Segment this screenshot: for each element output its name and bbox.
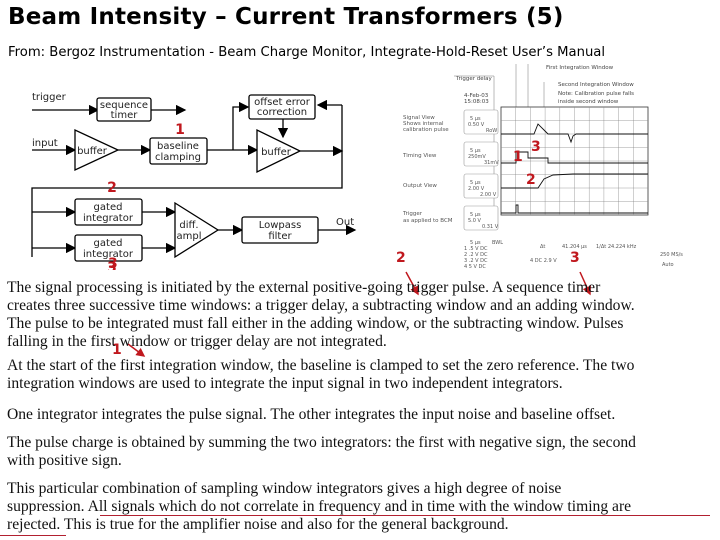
text-line: with positive sign.	[7, 452, 122, 469]
text-line: suppression. All signals which do not co…	[7, 498, 632, 515]
block-label: clamping	[155, 152, 201, 163]
block-label: ampl	[177, 231, 202, 242]
trigger-delay-label: Trigger delay	[455, 76, 492, 82]
scope-marker-1: 1	[513, 149, 523, 165]
block-label: timer	[111, 110, 139, 121]
scope-marker-3: 3	[531, 139, 541, 155]
text-line: The pulse charge is obtained by summing …	[7, 434, 636, 451]
scale-extra: 2.00 V	[480, 192, 497, 198]
block-label: correction	[257, 107, 307, 118]
scale-extra: 31mV	[484, 160, 499, 166]
sample-rate: 250 MS/s	[660, 252, 683, 258]
block-label: Lowpass	[259, 220, 302, 231]
scale-extra: 0.31 V	[482, 224, 499, 230]
channel-name: Trigger	[402, 211, 423, 217]
scale: 0.50 V	[468, 122, 485, 128]
paragraph-3: One integrator integrates the pulse sign…	[7, 406, 615, 424]
first-window-label: First Integration Window	[546, 65, 614, 71]
text-line: rejected. This is true for the amplifier…	[7, 516, 509, 533]
block-label: filter	[268, 231, 292, 242]
text-marker-3: 3	[570, 250, 580, 266]
time-label: 15:08:03	[464, 99, 489, 105]
scope-marker-2: 2	[526, 172, 536, 188]
input-label: input	[32, 138, 58, 149]
paragraph-5: This particular combination of sampling …	[7, 480, 631, 534]
trigger-label: trigger	[32, 92, 67, 103]
block-label: diff.	[179, 220, 198, 231]
slide-subtitle: From: Bergoz Instrumentation - Beam Char…	[8, 45, 606, 60]
channel-name: Output View	[403, 183, 437, 189]
scale: 5.0 V	[468, 218, 482, 224]
text-line: At the start of the first integration wi…	[7, 357, 635, 374]
block-label: buffer	[261, 147, 292, 158]
paragraph-2: At the start of the first integration wi…	[7, 357, 634, 393]
note-label: Note: Calibration pulse falls	[558, 91, 634, 97]
text-marker-2: 2	[396, 250, 406, 266]
text-line: The signal processing is initiated by th…	[7, 279, 601, 296]
block-diagram: trigger sequence timer input buffer base…	[31, 92, 357, 270]
frequency-value: 1/Δt 24.224 kHz	[596, 244, 637, 250]
trigger-level: 4 DC 2.9 V	[530, 258, 557, 264]
trigger-mode: Auto	[662, 262, 674, 268]
delta-t-label: Δt	[540, 244, 545, 250]
footer-row: 4 5 V DC	[464, 264, 486, 270]
block-label: buffer	[77, 146, 108, 157]
emphasis-underline	[100, 515, 710, 516]
text-line: creates three successive time windows: a…	[7, 297, 635, 314]
text-line: This particular combination of sampling …	[7, 480, 562, 497]
channel-name: Timing View	[402, 153, 437, 159]
diagram-marker-3-dup: 3	[108, 256, 118, 272]
oscilloscope-screenshot: Trigger delay First Integration Window S…	[402, 64, 683, 270]
line	[232, 101, 250, 150]
out-label: Out	[336, 217, 354, 228]
text-line: One integrator integrates the pulse sign…	[7, 406, 616, 423]
note-label: inside second window	[558, 99, 619, 105]
block-label: baseline	[157, 141, 199, 152]
block-label: gated	[94, 202, 123, 213]
second-window-label: Second Integration Window	[558, 82, 634, 88]
block-label: integrator	[83, 213, 134, 224]
channel-name: calibration pulse	[403, 127, 449, 133]
scope-grid	[500, 106, 649, 216]
footer-bwl: BWL	[492, 240, 503, 246]
marker-2: 2	[107, 180, 117, 196]
marker-1: 1	[175, 122, 185, 138]
block-label: gated	[94, 238, 123, 249]
emphasis-underline	[0, 535, 66, 536]
text-line: falling in the first window or trigger d…	[7, 333, 387, 350]
slide-title: Beam Intensity – Current Transformers (5…	[8, 4, 564, 30]
paragraph-4: The pulse charge is obtained by summing …	[7, 434, 636, 470]
channel-name: as applied to BCM	[403, 218, 453, 224]
scale-extra: RoW	[486, 128, 497, 134]
paragraph-1: The signal processing is initiated by th…	[7, 279, 635, 351]
text-line: integration windows are used to integrat…	[7, 375, 563, 392]
text-line: The pulse to be integrated must fall eit…	[7, 315, 624, 332]
